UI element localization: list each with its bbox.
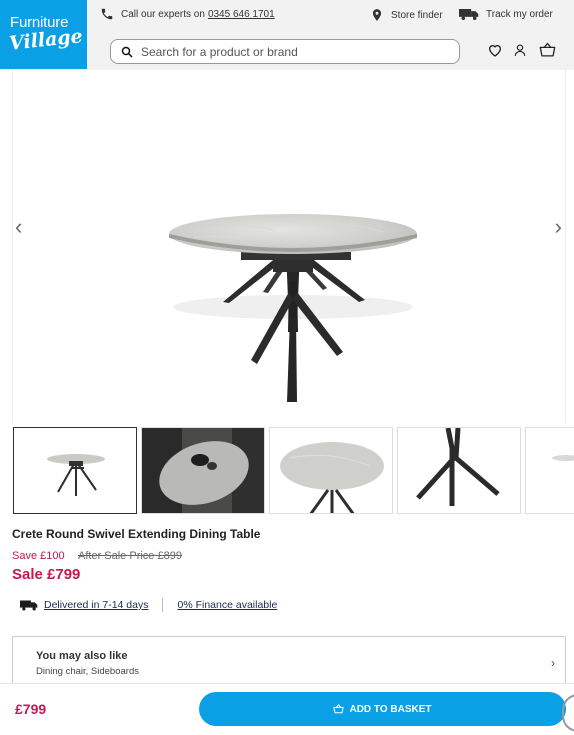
store-finder-link[interactable]: Store finder (370, 7, 443, 23)
divider (162, 598, 164, 612)
phone-number-link[interactable]: 0345 646 1701 (208, 9, 275, 20)
search-bar[interactable] (110, 39, 460, 64)
sticky-basket-bar: £799 ADD TO BASKET (0, 683, 574, 735)
thumbnail-1[interactable] (13, 427, 137, 514)
delivery-link[interactable]: Delivered in 7-14 days (44, 599, 148, 611)
finance-link[interactable]: 0% Finance available (177, 599, 277, 611)
search-icon (121, 46, 133, 58)
save-amount: Save £100 (12, 550, 65, 562)
call-experts: Call our experts on 0345 646 1701 (100, 7, 275, 21)
search-input[interactable] (141, 44, 441, 59)
store-finder-label: Store finder (391, 9, 443, 21)
add-to-basket-button[interactable]: ADD TO BASKET (199, 692, 566, 726)
heart-icon[interactable] (487, 42, 503, 58)
track-order-link[interactable]: Track my order (459, 7, 553, 21)
thumbnail-3[interactable] (269, 427, 393, 514)
basket-icon (333, 704, 345, 714)
product-image-gallery[interactable]: ‹ › (12, 70, 566, 422)
gallery-prev-arrow[interactable]: ‹ (15, 216, 22, 238)
track-order-label: Track my order (486, 8, 553, 20)
also-like-heading: You may also like (36, 650, 128, 662)
sale-price: Sale £799 (12, 566, 81, 583)
thumbnail-5[interactable] (525, 427, 574, 514)
delivery-truck-icon (20, 600, 38, 611)
gallery-next-arrow[interactable]: › (555, 216, 562, 238)
thumbnail-4[interactable] (397, 427, 521, 514)
also-like-items: Dining chair, Sideboards (36, 666, 139, 677)
call-text: Call our experts on (121, 8, 205, 20)
truck-icon (459, 9, 479, 21)
product-main-image (169, 214, 417, 402)
bottom-price: £799 (15, 701, 47, 717)
after-sale-price: After Sale Price £899 (78, 550, 182, 562)
basket-icon[interactable] (539, 42, 556, 58)
phone-icon (101, 8, 113, 20)
site-header: Furniture Village Call our experts on 03… (0, 0, 574, 70)
product-title: Crete Round Swivel Extending Dining Tabl… (12, 527, 261, 541)
thumbnail-2[interactable] (141, 427, 265, 514)
location-pin-icon (372, 9, 382, 21)
delivery-info: Delivered in 7-14 days 0% Finance availa… (20, 598, 277, 612)
you-may-also-like-panel[interactable]: You may also like Dining chair, Sideboar… (12, 636, 566, 688)
furniture-village-logo[interactable]: Furniture Village (0, 0, 87, 69)
add-to-basket-label: ADD TO BASKET (349, 703, 432, 715)
chevron-right-icon: › (551, 656, 555, 670)
thumbnail-strip (13, 427, 574, 515)
user-icon[interactable] (513, 42, 527, 58)
